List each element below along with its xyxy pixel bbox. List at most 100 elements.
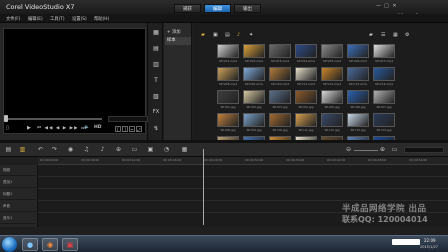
media-thumbnail[interactable]	[373, 44, 395, 58]
media-thumbnail[interactable]	[347, 113, 369, 127]
motion-track-icon[interactable]: ⊕	[114, 146, 123, 154]
media-thumbnail[interactable]	[243, 113, 265, 127]
media-thumbnail[interactable]	[321, 44, 343, 58]
media-thumbnail[interactable]	[373, 113, 395, 127]
media-thumbnail[interactable]	[295, 44, 317, 58]
clock-date[interactable]: 2015/1/27	[420, 245, 438, 249]
video-icon[interactable]: ▣	[213, 32, 218, 38]
volume-icon[interactable]: 🔈	[84, 125, 90, 133]
start-button[interactable]	[2, 237, 17, 252]
clock-time[interactable]: 22:09	[424, 238, 436, 243]
trim-end-icon[interactable]: ]	[122, 126, 128, 132]
media-thumbnail[interactable]	[347, 67, 369, 81]
media-thumbnail[interactable]	[295, 113, 317, 127]
menu-settings[interactable]: 设置(S)	[72, 16, 87, 22]
media-icon[interactable]: ▦	[152, 29, 160, 36]
close-button[interactable]: ✕	[391, 3, 398, 9]
split-icon[interactable]: ✂	[129, 126, 135, 132]
media-thumbnail[interactable]	[373, 90, 395, 104]
menu-file[interactable]: 文件(F)	[6, 16, 20, 22]
subtitle-editor-icon[interactable]: ▭	[130, 146, 139, 154]
media-thumbnail[interactable]	[217, 113, 239, 127]
media-thumbnail[interactable]	[295, 67, 317, 81]
media-thumbnail[interactable]	[295, 90, 317, 104]
fit-project-icon[interactable]: ▭	[390, 146, 399, 154]
star-icon[interactable]: ✦	[249, 32, 253, 38]
track-header-video[interactable]: 视频	[0, 165, 38, 176]
thumbnail-view-icon[interactable]: ▦	[393, 32, 398, 38]
redo-icon[interactable]: ↷	[50, 146, 59, 154]
track-header-title[interactable]: 标题1	[0, 189, 38, 200]
media-thumbnail[interactable]	[347, 44, 369, 58]
media-thumbnail[interactable]	[269, 67, 291, 81]
maximize-button[interactable]: □	[383, 3, 390, 9]
system-tray[interactable]	[392, 239, 420, 245]
trim-start-icon[interactable]: [	[115, 126, 121, 132]
ruler-tick: 00:00:00:00	[40, 158, 59, 162]
media-thumbnail[interactable]	[243, 90, 265, 104]
more-tools-icon[interactable]: ▦	[180, 146, 189, 154]
folder-sample[interactable]: 样本	[165, 37, 191, 45]
menu-tools[interactable]: 工具(T)	[50, 16, 65, 22]
taskbar-app-browser[interactable]: ●	[22, 238, 38, 251]
transition-icon[interactable]: ▥	[152, 61, 160, 68]
media-thumbnail[interactable]	[373, 67, 395, 81]
tab-capture[interactable]: 捕获	[174, 4, 201, 13]
preview-scrubber[interactable]	[6, 118, 102, 120]
tab-edit[interactable]: 编辑	[204, 4, 231, 13]
zoom-out-icon[interactable]: ⊖	[344, 146, 353, 154]
undo-icon[interactable]: ↶	[36, 146, 45, 154]
record-capture-icon[interactable]: ◉	[66, 146, 75, 154]
instant-project-icon[interactable]: ▤	[152, 45, 160, 52]
timeline-ruler[interactable]: 00:00:00:00 00:00:06:00 00:00:12:00 00:0…	[38, 157, 448, 165]
media-thumbnail[interactable]	[321, 90, 343, 104]
enlarge-icon[interactable]: ⤢	[136, 126, 142, 132]
project-clip-toggle[interactable]: ▯	[6, 125, 9, 133]
track-header-voice[interactable]: 声音	[0, 201, 38, 212]
media-thumbnail[interactable]	[243, 44, 265, 58]
tab-share[interactable]: 输出	[234, 4, 261, 13]
media-thumbnail[interactable]	[269, 44, 291, 58]
library-options-icon[interactable]: ⚙	[405, 32, 409, 38]
zoom-in-icon[interactable]: ⊕	[378, 146, 387, 154]
photo-icon[interactable]: ▤	[225, 32, 230, 38]
filter-icon[interactable]: FX	[152, 109, 160, 116]
timecode-box[interactable]	[108, 116, 148, 122]
storyboard-view-icon[interactable]: ▤	[4, 146, 13, 154]
media-thumbnail[interactable]	[217, 44, 239, 58]
playhead[interactable]	[203, 149, 204, 225]
taskbar-app-videostudio[interactable]: ▣	[62, 238, 78, 251]
zoom-slider[interactable]	[354, 150, 378, 151]
auto-music-icon[interactable]: ♪	[98, 146, 107, 154]
menu-help[interactable]: 帮助(H)	[94, 16, 109, 22]
title-icon[interactable]: T	[152, 77, 160, 84]
playback-controls[interactable]: ⏮ ◀◀ ◀ ▶ ▶▶ ⏭	[37, 125, 86, 133]
media-thumbnail[interactable]	[321, 113, 343, 127]
menu-edit[interactable]: 编辑(E)	[28, 16, 43, 22]
media-thumbnail[interactable]	[243, 67, 265, 81]
track-header-overlay[interactable]: 叠加1	[0, 177, 38, 188]
media-thumbnail[interactable]	[347, 90, 369, 104]
minimize-button[interactable]: —	[375, 3, 382, 9]
multi-camera-icon[interactable]: ▣	[146, 146, 155, 154]
graphic-icon[interactable]: ▧	[152, 93, 160, 100]
track-header-music[interactable]: 音乐1	[0, 213, 38, 224]
sound-mixer-icon[interactable]: ♫	[82, 146, 91, 154]
hd-toggle[interactable]: HD	[94, 125, 102, 133]
play-button[interactable]: ▶	[27, 125, 31, 133]
timeline-view-icon[interactable]: ▥	[18, 146, 27, 154]
path-icon[interactable]: ↯	[152, 125, 160, 132]
time-remap-icon[interactable]: ◔	[162, 146, 171, 154]
audio-icon[interactable]: ♪	[237, 32, 240, 38]
list-view-icon[interactable]: ☰	[381, 32, 385, 38]
media-thumbnail[interactable]	[217, 67, 239, 81]
import-folder-icon[interactable]: ▰	[201, 32, 205, 38]
media-thumbnail[interactable]	[269, 113, 291, 127]
media-thumbnail[interactable]	[269, 90, 291, 104]
media-thumbnail[interactable]	[321, 67, 343, 81]
add-folder-button[interactable]: + 添加	[167, 29, 181, 35]
sort-icon[interactable]: ▰	[369, 32, 373, 38]
media-thumbnail[interactable]	[217, 90, 239, 104]
taskbar-app-media[interactable]: ◉	[42, 238, 58, 251]
scrubber-handle[interactable]	[4, 115, 8, 122]
